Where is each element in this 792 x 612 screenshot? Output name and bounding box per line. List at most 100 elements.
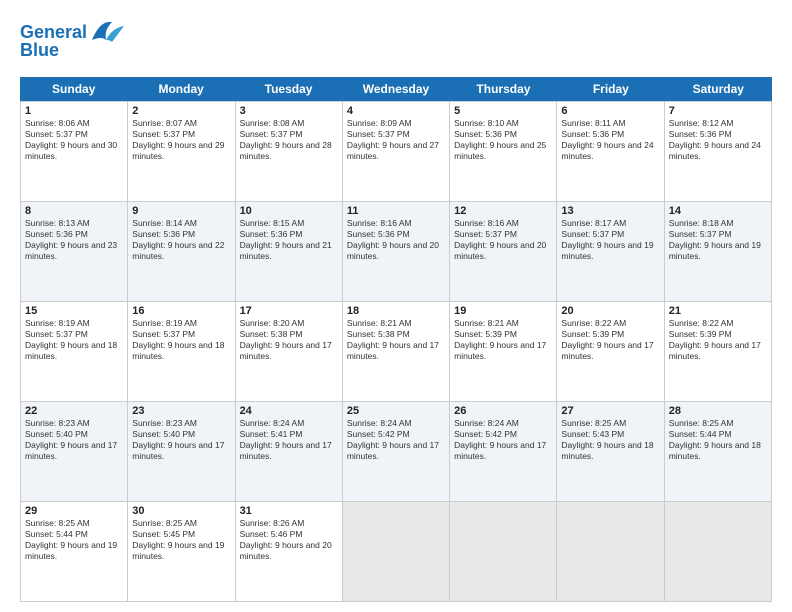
sunrise: Sunrise: 8:16 AM xyxy=(347,218,445,229)
sunrise: Sunrise: 8:25 AM xyxy=(561,418,659,429)
day-number: 9 xyxy=(132,205,230,217)
calendar-cell xyxy=(557,502,664,602)
sunset: Sunset: 5:38 PM xyxy=(240,329,338,340)
sunrise: Sunrise: 8:14 AM xyxy=(132,218,230,229)
sunrise: Sunrise: 8:17 AM xyxy=(561,218,659,229)
daylight: Daylight: 9 hours and 17 minutes. xyxy=(454,340,552,362)
sunrise: Sunrise: 8:26 AM xyxy=(240,518,338,529)
day-number: 27 xyxy=(561,405,659,417)
day-number: 29 xyxy=(25,505,123,517)
calendar-row: 15Sunrise: 8:19 AMSunset: 5:37 PMDayligh… xyxy=(21,302,772,402)
calendar-cell: 17Sunrise: 8:20 AMSunset: 5:38 PMDayligh… xyxy=(236,302,343,402)
calendar-cell: 21Sunrise: 8:22 AMSunset: 5:39 PMDayligh… xyxy=(665,302,772,402)
daylight: Daylight: 9 hours and 24 minutes. xyxy=(561,140,659,162)
header-day-saturday: Saturday xyxy=(665,77,772,101)
day-number: 25 xyxy=(347,405,445,417)
sunset: Sunset: 5:44 PM xyxy=(25,529,123,540)
daylight: Daylight: 9 hours and 17 minutes. xyxy=(240,440,338,462)
sunrise: Sunrise: 8:09 AM xyxy=(347,118,445,129)
sunset: Sunset: 5:42 PM xyxy=(347,429,445,440)
sunrise: Sunrise: 8:10 AM xyxy=(454,118,552,129)
day-number: 13 xyxy=(561,205,659,217)
sunrise: Sunrise: 8:24 AM xyxy=(240,418,338,429)
day-number: 16 xyxy=(132,305,230,317)
sunset: Sunset: 5:37 PM xyxy=(347,129,445,140)
calendar-cell: 6Sunrise: 8:11 AMSunset: 5:36 PMDaylight… xyxy=(557,102,664,202)
day-number: 11 xyxy=(347,205,445,217)
daylight: Daylight: 9 hours and 28 minutes. xyxy=(240,140,338,162)
sunset: Sunset: 5:43 PM xyxy=(561,429,659,440)
day-number: 20 xyxy=(561,305,659,317)
sunset: Sunset: 5:37 PM xyxy=(669,229,767,240)
sunset: Sunset: 5:45 PM xyxy=(132,529,230,540)
calendar-cell: 14Sunrise: 8:18 AMSunset: 5:37 PMDayligh… xyxy=(665,202,772,302)
logo-text: General Blue xyxy=(20,16,130,67)
sunset: Sunset: 5:46 PM xyxy=(240,529,338,540)
daylight: Daylight: 9 hours and 18 minutes. xyxy=(669,440,767,462)
sunrise: Sunrise: 8:20 AM xyxy=(240,318,338,329)
sunrise: Sunrise: 8:07 AM xyxy=(132,118,230,129)
page: General Blue SundayMondayTuesdayWednesda… xyxy=(0,0,792,612)
calendar-cell: 10Sunrise: 8:15 AMSunset: 5:36 PMDayligh… xyxy=(236,202,343,302)
sunrise: Sunrise: 8:19 AM xyxy=(132,318,230,329)
calendar-cell: 1Sunrise: 8:06 AMSunset: 5:37 PMDaylight… xyxy=(21,102,128,202)
sunset: Sunset: 5:37 PM xyxy=(132,329,230,340)
day-number: 5 xyxy=(454,105,552,117)
daylight: Daylight: 9 hours and 30 minutes. xyxy=(25,140,123,162)
sunrise: Sunrise: 8:15 AM xyxy=(240,218,338,229)
daylight: Daylight: 9 hours and 19 minutes. xyxy=(561,240,659,262)
daylight: Daylight: 9 hours and 17 minutes. xyxy=(454,440,552,462)
sunset: Sunset: 5:36 PM xyxy=(561,129,659,140)
calendar-body: 1Sunrise: 8:06 AMSunset: 5:37 PMDaylight… xyxy=(20,101,772,602)
sunrise: Sunrise: 8:21 AM xyxy=(347,318,445,329)
daylight: Daylight: 9 hours and 17 minutes. xyxy=(240,340,338,362)
daylight: Daylight: 9 hours and 27 minutes. xyxy=(347,140,445,162)
calendar-cell xyxy=(665,502,772,602)
day-number: 17 xyxy=(240,305,338,317)
header-day-friday: Friday xyxy=(557,77,664,101)
day-number: 28 xyxy=(669,405,767,417)
sunrise: Sunrise: 8:12 AM xyxy=(669,118,767,129)
calendar-cell: 23Sunrise: 8:23 AMSunset: 5:40 PMDayligh… xyxy=(128,402,235,502)
daylight: Daylight: 9 hours and 18 minutes. xyxy=(132,340,230,362)
daylight: Daylight: 9 hours and 19 minutes. xyxy=(669,240,767,262)
day-number: 10 xyxy=(240,205,338,217)
header-day-monday: Monday xyxy=(127,77,234,101)
calendar-cell: 25Sunrise: 8:24 AMSunset: 5:42 PMDayligh… xyxy=(343,402,450,502)
sunset: Sunset: 5:36 PM xyxy=(132,229,230,240)
sunrise: Sunrise: 8:19 AM xyxy=(25,318,123,329)
daylight: Daylight: 9 hours and 22 minutes. xyxy=(132,240,230,262)
daylight: Daylight: 9 hours and 17 minutes. xyxy=(669,340,767,362)
sunrise: Sunrise: 8:23 AM xyxy=(132,418,230,429)
sunset: Sunset: 5:36 PM xyxy=(669,129,767,140)
header-day-wednesday: Wednesday xyxy=(342,77,449,101)
sunset: Sunset: 5:36 PM xyxy=(25,229,123,240)
header-day-sunday: Sunday xyxy=(20,77,127,101)
sunset: Sunset: 5:39 PM xyxy=(561,329,659,340)
day-number: 22 xyxy=(25,405,123,417)
day-number: 1 xyxy=(25,105,123,117)
sunrise: Sunrise: 8:25 AM xyxy=(25,518,123,529)
calendar-cell: 27Sunrise: 8:25 AMSunset: 5:43 PMDayligh… xyxy=(557,402,664,502)
day-number: 30 xyxy=(132,505,230,517)
sunset: Sunset: 5:36 PM xyxy=(347,229,445,240)
sunset: Sunset: 5:39 PM xyxy=(669,329,767,340)
daylight: Daylight: 9 hours and 17 minutes. xyxy=(25,440,123,462)
sunrise: Sunrise: 8:21 AM xyxy=(454,318,552,329)
calendar-cell: 15Sunrise: 8:19 AMSunset: 5:37 PMDayligh… xyxy=(21,302,128,402)
calendar-cell: 19Sunrise: 8:21 AMSunset: 5:39 PMDayligh… xyxy=(450,302,557,402)
day-number: 15 xyxy=(25,305,123,317)
sunset: Sunset: 5:37 PM xyxy=(454,229,552,240)
header-day-tuesday: Tuesday xyxy=(235,77,342,101)
svg-text:Blue: Blue xyxy=(20,40,59,60)
calendar-cell: 31Sunrise: 8:26 AMSunset: 5:46 PMDayligh… xyxy=(236,502,343,602)
daylight: Daylight: 9 hours and 20 minutes. xyxy=(347,240,445,262)
daylight: Daylight: 9 hours and 21 minutes. xyxy=(240,240,338,262)
daylight: Daylight: 9 hours and 17 minutes. xyxy=(561,340,659,362)
sunset: Sunset: 5:42 PM xyxy=(454,429,552,440)
day-number: 12 xyxy=(454,205,552,217)
header: General Blue xyxy=(20,16,772,67)
calendar-row: 1Sunrise: 8:06 AMSunset: 5:37 PMDaylight… xyxy=(21,102,772,202)
calendar-row: 8Sunrise: 8:13 AMSunset: 5:36 PMDaylight… xyxy=(21,202,772,302)
sunrise: Sunrise: 8:25 AM xyxy=(132,518,230,529)
